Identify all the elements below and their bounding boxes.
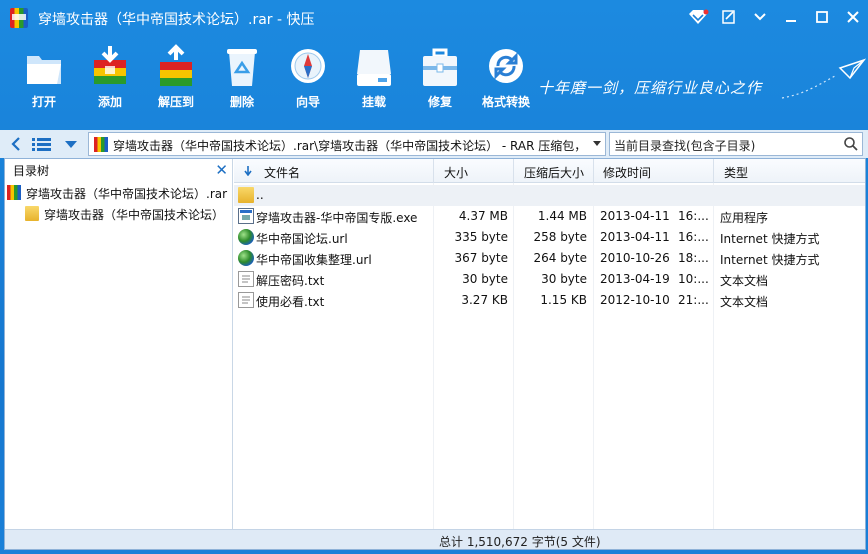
- globe-icon: [238, 229, 254, 245]
- menu-chevron-icon[interactable]: [744, 2, 775, 32]
- search-icon[interactable]: [843, 136, 859, 152]
- status-bar: 总计 1,510,672 字节(5 文件): [5, 529, 865, 549]
- window-title: 穿墙攻击器（华中帝国技术论坛）.rar - 快压: [38, 12, 315, 28]
- add-archive-icon: [94, 46, 126, 84]
- file-list: 文件名 大小 压缩后大小 修改时间 类型 .. 穿墙攻击器-华中帝国专版.exe…: [234, 159, 865, 529]
- tree-header: 目录树 ✕: [5, 159, 232, 181]
- recycle-bin-icon: [227, 49, 257, 86]
- search-placeholder: 当前目录查找(包含子目录): [614, 139, 756, 153]
- convert-icon: [489, 49, 523, 83]
- rar-archive-icon: [7, 185, 21, 200]
- directory-tree: 目录树 ✕ 穿墙攻击器（华中帝国技术论坛）.rar 穿墙攻击器（华中帝国技术论坛…: [5, 159, 233, 529]
- table-row[interactable]: 使用必看.txt 3.27 KB 1.15 KB 2012-10-10 21:.…: [234, 290, 865, 311]
- delete-button[interactable]: 删除: [212, 40, 272, 116]
- column-header-size[interactable]: 大小: [434, 159, 514, 183]
- status-text: 总计 1,510,672 字节(5 文件): [439, 535, 601, 549]
- column-header-packed-size[interactable]: 压缩后大小: [514, 159, 594, 183]
- paper-plane-icon: [781, 58, 866, 99]
- convert-button[interactable]: 格式转换: [476, 40, 536, 116]
- close-icon[interactable]: [837, 2, 868, 32]
- table-row[interactable]: 解压密码.txt 30 byte 30 byte 2013-04-19 10:.…: [234, 269, 865, 290]
- title-bar: 穿墙攻击器（华中帝国技术论坛）.rar - 快压: [0, 0, 868, 36]
- back-arrow-icon[interactable]: [8, 134, 24, 154]
- open-button[interactable]: 打开: [14, 40, 74, 116]
- main-toolbar: 打开 添加 解压到 删除 向导 挂载 修复 格式转换 十年磨一剑，压缩行业良心之…: [0, 40, 868, 126]
- diamond-icon[interactable]: [682, 2, 713, 32]
- drive-icon: [357, 50, 391, 86]
- toolbox-icon: [423, 48, 457, 86]
- maximize-icon[interactable]: [806, 2, 837, 32]
- mount-button[interactable]: 挂载: [344, 40, 404, 116]
- path-text: 穿墙攻击器（华中帝国技术论坛）.rar\穿墙攻击器（华中帝国技术论坛） - RA…: [113, 139, 581, 153]
- wizard-button[interactable]: 向导: [278, 40, 338, 116]
- column-header-name[interactable]: 文件名: [234, 159, 434, 183]
- folder-icon: [25, 206, 39, 221]
- address-bar: 穿墙攻击器（华中帝国技术论坛）.rar\穿墙攻击器（华中帝国技术论坛） - RA…: [0, 130, 868, 158]
- search-input[interactable]: 当前目录查找(包含子目录): [609, 132, 863, 156]
- column-header-type[interactable]: 类型: [714, 159, 865, 183]
- exe-icon: [238, 208, 254, 224]
- folder-icon: [238, 187, 254, 203]
- extract-button[interactable]: 解压到: [146, 40, 206, 116]
- app-window: 穿墙攻击器（华中帝国技术论坛）.rar - 快压 打开 添加 解压到 删除 向导…: [0, 0, 868, 554]
- slogan-text: 十年磨一剑，压缩行业良心之作: [538, 79, 763, 97]
- add-button[interactable]: 添加: [80, 40, 140, 116]
- list-view-icon[interactable]: [30, 134, 54, 154]
- table-row-parent[interactable]: ..: [234, 185, 865, 206]
- minimize-icon[interactable]: [775, 2, 806, 32]
- text-file-icon: [238, 271, 254, 287]
- extract-archive-icon: [160, 44, 192, 86]
- tree-title: 目录树: [13, 164, 50, 178]
- table-row[interactable]: 华中帝国论坛.url 335 byte 258 byte 2013-04-11 …: [234, 227, 865, 248]
- path-dropdown-arrow-icon[interactable]: [593, 141, 601, 146]
- table-row[interactable]: 穿墙攻击器-华中帝国专版.exe 4.37 MB 1.44 MB 2013-04…: [234, 206, 865, 227]
- feedback-icon[interactable]: [713, 2, 744, 32]
- table-row[interactable]: 华中帝国收集整理.url 367 byte 264 byte 2010-10-2…: [234, 248, 865, 269]
- app-logo-icon: [10, 8, 28, 28]
- repair-button[interactable]: 修复: [410, 40, 470, 116]
- content-area: 目录树 ✕ 穿墙攻击器（华中帝国技术论坛）.rar 穿墙攻击器（华中帝国技术论坛…: [4, 158, 866, 550]
- globe-icon: [238, 250, 254, 266]
- open-folder-icon: [27, 56, 61, 84]
- rar-archive-icon: [94, 137, 108, 152]
- tree-close-icon[interactable]: ✕: [215, 161, 228, 179]
- list-header: 文件名 大小 压缩后大小 修改时间 类型: [234, 159, 865, 183]
- view-dropdown-icon[interactable]: [62, 134, 80, 154]
- column-header-modified[interactable]: 修改时间: [594, 159, 714, 183]
- path-combobox[interactable]: 穿墙攻击器（华中帝国技术论坛）.rar\穿墙攻击器（华中帝国技术论坛） - RA…: [88, 132, 606, 156]
- text-file-icon: [238, 292, 254, 308]
- compass-icon: [291, 49, 325, 83]
- sort-arrow-icon: [244, 166, 252, 176]
